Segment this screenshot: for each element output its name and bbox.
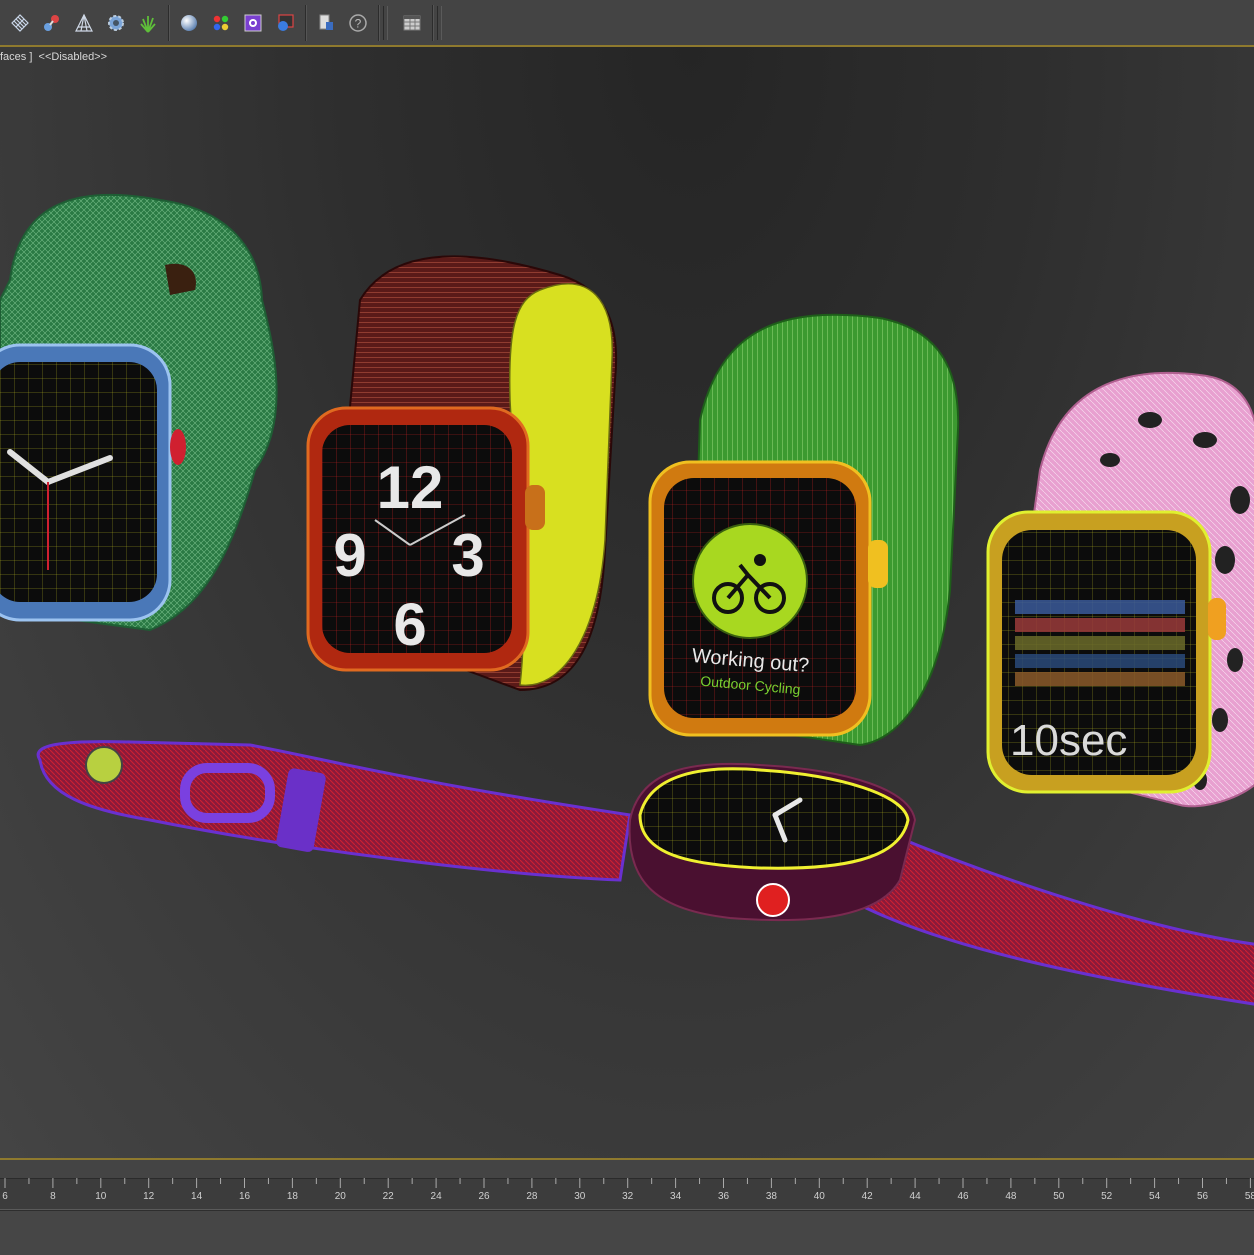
timeline-tick-label: 58 [1244,1191,1254,1202]
timeline-tick-label: 56 [1196,1191,1209,1202]
timeline-tick-label: 6 [2,1191,8,1202]
timeline-tick-label: 54 [1149,1191,1161,1202]
timeline-tick-label: 42 [861,1191,873,1202]
toolbar-group-materials [169,5,306,41]
timeline-tick-label: 40 [813,1191,825,1202]
snap-grid-icon[interactable] [6,9,34,37]
timeline-tick-label: 48 [1005,1191,1017,1202]
watch-1-green[interactable] [0,193,278,632]
timeline-tick-label: 26 [478,1191,490,1202]
timeline-tick-label: 46 [957,1191,969,1202]
watch-2-digit-3: 3 [451,522,484,589]
watch-3-green[interactable]: Working out? Outdoor Cycling [648,313,960,747]
timeline-tick-label: 36 [717,1191,730,1202]
help-icon[interactable]: ? [344,9,372,37]
timeline-tick-label: 44 [909,1191,921,1202]
perspective-viewport[interactable]: faces ] <<Disabled>> 12 6 9 3 Working ou… [0,47,1254,1158]
bones-icon[interactable] [38,9,66,37]
timeline-tick-label: 22 [382,1191,394,1202]
watch-4-timer: 10sec [1010,716,1127,765]
watch-2-digit-9: 9 [333,522,366,589]
timeline-tick-label: 50 [1053,1191,1065,1202]
timeline-tick-label: 14 [191,1191,203,1202]
timeline-tick-label: 16 [238,1191,251,1202]
toolbar-group-render: ? [306,5,379,41]
table-grid-icon[interactable] [398,9,426,37]
timeline-tick-label: 8 [50,1191,56,1202]
timeline-bottom-bar [0,1210,1254,1255]
timeline-tick-label: 20 [334,1191,346,1202]
timeline-tick-label: 12 [143,1191,155,1202]
toolbar-separator [383,6,388,40]
gear-cog-icon[interactable] [102,9,130,37]
timeline-tick-label: 38 [765,1191,777,1202]
timeline-tick-label: 10 [95,1191,107,1202]
render-frame-icon[interactable] [271,9,299,37]
toolbar-group-table [392,5,433,41]
svg-text:?: ? [355,17,362,31]
timeline: 6 8 10 12 14 16 18 20 22 24 26 28 30 32 34 36 38 40 42 44 46… [0,1158,1254,1255]
timeline-tick-label: 28 [526,1191,538,1202]
timeline-accent-line [0,1158,1254,1160]
color-dots-icon[interactable] [207,9,235,37]
timeline-tick-label: 32 [622,1191,634,1202]
fan-icon[interactable] [70,9,98,37]
material-editor-icon[interactable] [239,9,267,37]
watch-2-digit-12: 12 [377,454,444,521]
toolbar-group-modifiers [0,5,169,41]
render-setup-icon[interactable] [312,9,340,37]
scene-canvas: 12 6 9 3 Working out? Outdoor Cycling 10… [0,193,1254,1006]
sphere-icon[interactable] [175,9,203,37]
watch-4-pink[interactable]: 10sec [986,371,1254,808]
timeline-tick-label: 52 [1101,1191,1113,1202]
timeline-tick-label: 34 [670,1191,682,1202]
timeline-tick-label: 30 [574,1191,586,1202]
watch-2-darkred[interactable]: 12 6 9 3 [306,255,618,692]
watch-2-digit-6: 6 [393,591,426,658]
main-toolbar: ? [0,0,1254,47]
timeline-tick-label: 18 [286,1191,298,1202]
toolbar-separator-end [437,6,442,40]
timeline-tick-label: 24 [430,1191,442,1202]
grass-icon[interactable] [134,9,162,37]
